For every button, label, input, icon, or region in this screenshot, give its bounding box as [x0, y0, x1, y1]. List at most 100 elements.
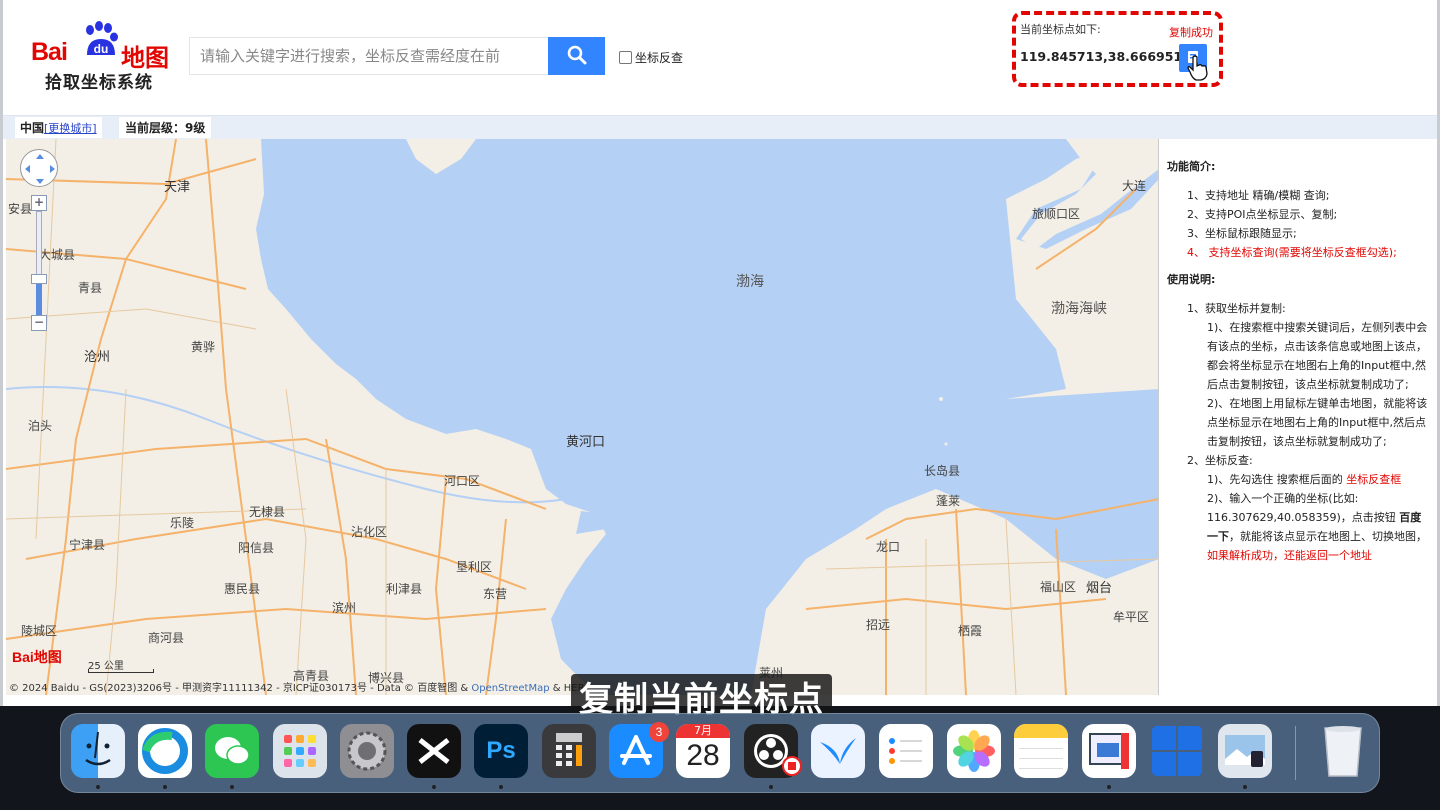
zoom-level-display: 当前层级：9级 [119, 117, 212, 138]
osm-link[interactable]: OpenStreetMap [471, 683, 549, 694]
zoom-in-button[interactable]: + [31, 195, 47, 211]
usage-step: 1、获取坐标并复制: [1187, 302, 1286, 315]
copy-status: 复制成功 [1169, 26, 1213, 39]
map-label: 利津县 [386, 582, 423, 596]
search-icon [567, 45, 586, 64]
map-label: 牟平区 [1113, 610, 1150, 624]
usage-highlight: 如果解析成功，还能返回一个地址 [1207, 549, 1372, 562]
usage-text: ，就能将该点显示在地图上、切换地图， [1229, 530, 1427, 543]
coord-label: 当前坐标点如下: [1020, 23, 1101, 36]
map-label: 东营 [483, 587, 508, 601]
coord-value[interactable]: 119.845713,38.666951 [1020, 49, 1182, 64]
search-button[interactable] [548, 37, 605, 75]
map-label: 旅顺口区 [1032, 207, 1081, 221]
map-label: 大连 [1122, 179, 1147, 193]
trash-icon[interactable] [1316, 724, 1370, 778]
finder-icon[interactable] [71, 724, 125, 778]
calendar-icon[interactable]: 7月 28 [676, 724, 730, 778]
photoshop-icon[interactable]: Ps [474, 724, 528, 778]
map-label: 阳信县 [238, 541, 275, 555]
map-label: 长岛县 [924, 464, 961, 478]
intro-item: 4、 支持坐标查询(需要将坐标反查框勾选); [1187, 246, 1397, 259]
zoom-out-button[interactable]: − [31, 315, 47, 331]
usage-text: 2)、输入一个正确的坐标(比如: 116.307629,40.058359)，点… [1207, 492, 1396, 524]
map-label: 沾化区 [351, 525, 388, 539]
browser-window: Bai du 地图 拾取坐标系统 坐标反查 当前坐标点如下: 复制成功 119.… [0, 0, 1440, 706]
macos-dock: Ps 3 7月 28 [60, 713, 1380, 793]
launchpad-icon[interactable] [273, 724, 327, 778]
search-input[interactable] [189, 37, 549, 75]
map-label: 龙口 [876, 540, 901, 554]
app-store-badge: 3 [649, 722, 669, 742]
system-settings-icon[interactable] [340, 724, 394, 778]
map-label: 滨州 [332, 601, 357, 615]
notes-icon[interactable] [1014, 724, 1068, 778]
usage-text: 1)、先勾选住 搜索框后面的 [1207, 473, 1343, 486]
map-label: 商河县 [148, 631, 185, 645]
usage-substep: 1)、在搜索框中搜索关键词后，左侧列表中会有该点的坐标，点击该条信息或地图上该点… [1207, 321, 1428, 391]
zoom-slider-fill [36, 281, 42, 315]
checkbox-box[interactable] [619, 51, 632, 64]
usage-highlight: 坐标反查框 [1346, 473, 1402, 486]
usage-substep: 2)、在地图上用鼠标左键单击地图，就能将该点坐标显示在地图右上角的Input框中… [1207, 397, 1428, 448]
reminders-icon[interactable] [879, 724, 933, 778]
map-label: 黄河口 [566, 435, 606, 450]
logo-bai: Bai [31, 38, 68, 66]
xunlei-icon[interactable] [811, 724, 865, 778]
paw-icon: du [86, 21, 118, 56]
reverse-lookup-label: 坐标反查 [635, 51, 684, 65]
usage-step: 2、坐标反查: [1187, 454, 1253, 467]
map-label: 渤海 [736, 274, 764, 290]
map-label: 河口区 [444, 474, 481, 488]
map-label: 沧州 [84, 350, 111, 365]
help-panel: 功能简介: 1、支持地址 精确/模糊 查询; 2、支持POI点坐标显示、复制; … [1160, 139, 1437, 695]
map-label: 乐陵 [170, 516, 195, 530]
map-canvas[interactable]: 天津 安县 大城县 青县 沧州 黄骅 泊头 渤海 渤海海峡 旅顺口区 大连 黄河… [6, 139, 1159, 695]
map-label: 渤海海峡 [1051, 301, 1107, 317]
map-label: 烟台 [1086, 581, 1113, 596]
calendar-day: 28 [686, 739, 720, 772]
baidu-map-logo[interactable]: Bai du 地图 拾取坐标系统 [29, 20, 179, 95]
capcut-icon[interactable] [407, 724, 461, 778]
scale-bar: 25 公里 [88, 657, 154, 673]
map-label: 垦利区 [456, 560, 493, 574]
map-label: 蓬莱 [936, 494, 961, 508]
calendar-month: 7月 [676, 724, 730, 738]
screen-capture-icon[interactable] [1082, 724, 1136, 778]
photos-icon[interactable] [947, 724, 1001, 778]
svg-text:du: du [94, 42, 109, 56]
map-label: 惠民县 [224, 582, 261, 596]
calculator-icon[interactable] [542, 724, 596, 778]
map-copyright: © 2024 Baidu - GS(2023)3206号 - 甲测资字11111… [9, 679, 585, 694]
zoom-control: + − [20, 149, 60, 339]
preview-icon[interactable] [1218, 724, 1272, 778]
map-graphic [6, 139, 1158, 695]
map-watermark-logo: Bai地图 [12, 649, 62, 665]
app-subtitle: 拾取坐标系统 [45, 73, 153, 93]
wechat-icon[interactable] [205, 724, 259, 778]
zoom-slider-thumb[interactable] [31, 274, 47, 284]
intro-item: 2、支持POI点坐标显示、复制; [1187, 208, 1338, 221]
intro-title: 功能简介: [1167, 160, 1216, 173]
usage-substep: 1)、先勾选住 搜索框后面的 坐标反查框 [1167, 470, 1432, 489]
map-label: 青县 [78, 281, 103, 295]
hand-cursor-icon [1187, 55, 1208, 81]
intro-item: 3、坐标鼠标跟随显示; [1187, 227, 1297, 240]
copyright-text: © 2024 Baidu - GS(2023)3206号 - 甲测资字11111… [9, 683, 469, 694]
dock-separator [1295, 726, 1296, 780]
edge-icon[interactable] [138, 724, 192, 778]
pan-arrows-icon [25, 154, 55, 184]
map-label: 天津 [164, 180, 191, 195]
usage-title: 使用说明: [1167, 273, 1216, 286]
windows-icon[interactable] [1150, 724, 1204, 778]
change-city-link[interactable]: [更换城市] [44, 122, 97, 135]
pan-control[interactable] [20, 149, 58, 187]
map-label: 陵城区 [21, 624, 58, 638]
recording-indicator-icon [782, 756, 802, 776]
usage-substep: 2)、输入一个正确的坐标(比如: 116.307629,40.058359)，点… [1167, 489, 1432, 565]
map-info-bar [3, 115, 1437, 139]
map-label: 栖霞 [958, 624, 983, 638]
map-label: 泊头 [28, 419, 53, 433]
map-label: 无棣县 [249, 505, 286, 519]
reverse-lookup-checkbox[interactable]: 坐标反查 [619, 49, 683, 66]
